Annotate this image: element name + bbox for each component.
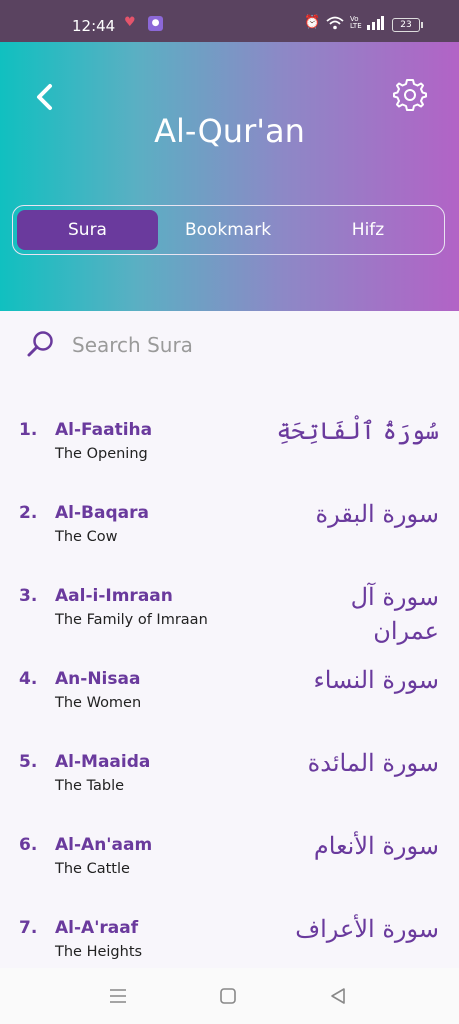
sura-name: Al-A'raaf (55, 918, 139, 938)
sura-number: 2. (19, 503, 38, 523)
sura-arabic-name: سُورَةُ ٱلْفَاتِحَةِ (276, 417, 439, 445)
list-item[interactable]: 3. Aal-i-Imraan The Family of Imraan سور… (0, 566, 459, 648)
status-time: 12:44 (72, 17, 116, 35)
chevron-left-icon (37, 84, 52, 110)
app-notification-icon: ● (148, 16, 163, 31)
volte-icon: Vo LTE (350, 15, 362, 30)
sura-arabic-name: سورة البقرة (315, 500, 439, 528)
settings-button[interactable] (391, 76, 429, 114)
system-nav-bar (0, 968, 459, 1024)
sura-meaning: The Family of Imraan (55, 612, 208, 628)
back-icon[interactable] (327, 985, 349, 1007)
sura-arabic-name: سورة الأنعام (313, 832, 439, 860)
sura-meaning: The Women (55, 695, 142, 711)
gear-icon (393, 79, 427, 111)
menu-icon[interactable] (107, 985, 129, 1007)
tab-bar: Sura Bookmark Hifz (12, 205, 445, 255)
sura-name: Al-An'aam (55, 835, 153, 855)
sura-name: Aal-i-Imraan (55, 586, 173, 606)
sura-arabic-name: سورة آل عمران (350, 583, 439, 645)
back-button[interactable] (28, 80, 62, 114)
home-icon[interactable] (217, 985, 239, 1007)
sura-number: 6. (19, 835, 38, 855)
tab-sura[interactable]: Sura (17, 210, 158, 250)
sura-meaning: The Heights (55, 944, 143, 960)
search-icon[interactable] (26, 329, 56, 359)
search-bar (0, 311, 459, 377)
sura-name: An-Nisaa (55, 669, 141, 689)
tab-hifz[interactable]: Hifz (298, 210, 438, 250)
sura-meaning: The Opening (55, 446, 148, 462)
sura-meaning: The Cattle (55, 861, 130, 877)
sura-number: 1. (19, 420, 38, 440)
sura-number: 4. (19, 669, 38, 689)
status-bar: 12:44 ♥ ● ⏰ Vo LTE 23 (0, 0, 459, 42)
list-item[interactable]: 4. An-Nisaa The Women سورة النساء (0, 649, 459, 731)
tab-bookmark[interactable]: Bookmark (158, 210, 298, 250)
sura-arabic-name: سورة النساء (313, 666, 439, 694)
sura-number: 3. (19, 586, 38, 606)
sura-name: Al-Baqara (55, 503, 149, 523)
signal-icon (366, 16, 384, 34)
alarm-icon: ⏰ (304, 15, 321, 30)
sura-number: 5. (19, 752, 38, 772)
wifi-icon (326, 16, 344, 34)
sura-name: Al-Maaida (55, 752, 151, 772)
app-notification-icon: ♥ (124, 15, 136, 30)
list-item[interactable]: 5. Al-Maaida The Table سورة المائدة (0, 732, 459, 814)
page-title: Al-Qur'an (154, 112, 305, 150)
sura-name: Al-Faatiha (55, 420, 153, 440)
sura-meaning: The Cow (55, 529, 118, 545)
sura-arabic-name: سورة الأعراف (295, 915, 439, 943)
sura-number: 7. (19, 918, 38, 938)
sura-meaning: The Table (55, 778, 125, 794)
list-item[interactable]: 1. Al-Faatiha The Opening سُورَةُ ٱلْفَا… (0, 400, 459, 482)
search-input[interactable] (70, 327, 414, 363)
app-header: Al-Qur'an Sura Bookmark Hifz (0, 42, 459, 311)
battery-icon: 23 (392, 18, 423, 32)
list-item[interactable]: 2. Al-Baqara The Cow سورة البقرة (0, 483, 459, 565)
list-item[interactable]: 6. Al-An'aam The Cattle سورة الأنعام (0, 815, 459, 897)
sura-arabic-name: سورة المائدة (307, 749, 439, 777)
